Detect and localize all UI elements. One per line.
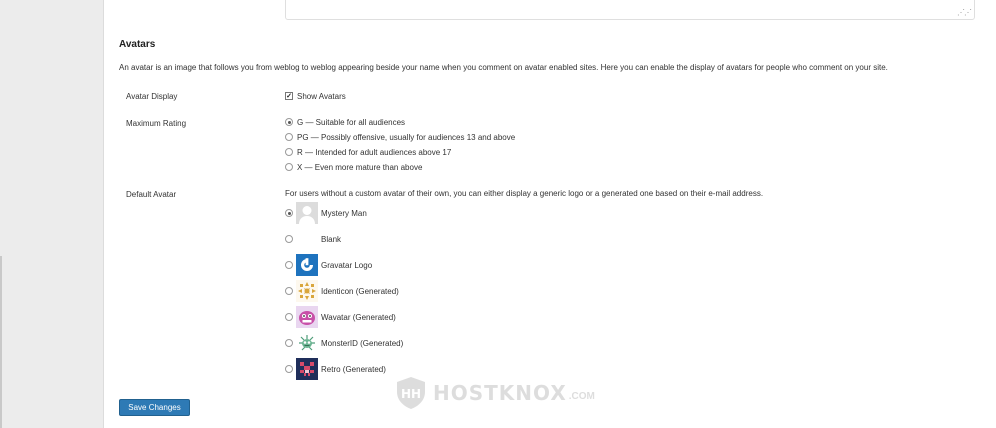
rating-r-radio[interactable] (285, 148, 293, 156)
hostknox-watermark: HH HOSTKNOX .COM (395, 376, 595, 410)
avatar-option-gravatar-logo[interactable]: Gravatar Logo (285, 254, 372, 276)
admin-sidebar (0, 0, 104, 428)
monsterid-icon (296, 332, 318, 354)
retro-label: Retro (Generated) (321, 364, 386, 374)
show-avatars-checkbox[interactable]: ✓ (285, 92, 293, 100)
rating-x-radio[interactable] (285, 163, 293, 171)
watermark-text: HOSTKNOX (433, 381, 567, 405)
textarea-field[interactable]: ⋰⋰ (285, 0, 975, 20)
monsterid-radio[interactable] (285, 339, 293, 347)
rating-option-x[interactable]: X — Even more mature than above (285, 161, 422, 173)
section-title: Avatars (119, 39, 156, 50)
monsterid-label: MonsterID (Generated) (321, 338, 404, 348)
svg-text:HH: HH (401, 387, 421, 401)
retro-icon (296, 358, 318, 380)
gravatar-logo-radio[interactable] (285, 261, 293, 269)
rating-option-r[interactable]: R — Intended for adult audiences above 1… (285, 146, 451, 158)
avatar-option-wavatar[interactable]: Wavatar (Generated) (285, 306, 396, 328)
avatar-option-identicon[interactable]: Identicon (Generated) (285, 280, 399, 302)
blank-radio[interactable] (285, 235, 293, 243)
avatar-display-label: Avatar Display (126, 92, 178, 101)
rating-r-label: R — Intended for adult audiences above 1… (297, 147, 452, 157)
rating-option-g[interactable]: G — Suitable for all audiences (285, 116, 405, 128)
default-avatar-label: Default Avatar (126, 190, 177, 199)
mystery-man-radio[interactable] (285, 209, 293, 217)
avatar-option-mystery-man[interactable]: Mystery Man (285, 202, 367, 224)
rating-g-label: G — Suitable for all audiences (297, 117, 406, 127)
blank-icon (296, 228, 318, 250)
gravatar-logo-icon (296, 254, 318, 276)
section-description: An avatar is an image that follows you f… (119, 63, 888, 72)
avatar-option-blank[interactable]: Blank (285, 228, 341, 250)
mystery-man-icon (296, 202, 318, 224)
watermark-suffix: .COM (568, 390, 595, 402)
show-avatars-label: Show Avatars (297, 91, 346, 101)
mystery-man-label: Mystery Man (321, 208, 367, 218)
avatar-option-monsterid[interactable]: MonsterID (Generated) (285, 332, 403, 354)
retro-radio[interactable] (285, 365, 293, 373)
rating-x-label: X — Even more mature than above (297, 162, 423, 172)
default-avatar-help: For users without a custom avatar of the… (285, 189, 764, 198)
blank-label: Blank (321, 234, 342, 244)
wavatar-icon (296, 306, 318, 328)
maximum-rating-label: Maximum Rating (126, 119, 187, 128)
rating-pg-radio[interactable] (285, 133, 293, 141)
identicon-icon (296, 280, 318, 302)
resize-grip-icon[interactable]: ⋰⋰ (957, 9, 972, 17)
hostknox-shield-icon: HH (397, 377, 425, 409)
identicon-label: Identicon (Generated) (321, 286, 399, 296)
show-avatars-option[interactable]: ✓ Show Avatars (285, 90, 346, 102)
save-changes-button[interactable]: Save Changes (119, 399, 190, 416)
rating-g-radio[interactable] (285, 118, 293, 126)
avatar-option-retro[interactable]: Retro (Generated) (285, 358, 386, 380)
wavatar-label: Wavatar (Generated) (321, 312, 396, 322)
rating-pg-label: PG — Possibly offensive, usually for aud… (297, 132, 516, 142)
wavatar-radio[interactable] (285, 313, 293, 321)
identicon-radio[interactable] (285, 287, 293, 295)
rating-option-pg[interactable]: PG — Possibly offensive, usually for aud… (285, 131, 515, 143)
gravatar-logo-label: Gravatar Logo (321, 260, 373, 270)
sidebar-edge (0, 256, 2, 428)
